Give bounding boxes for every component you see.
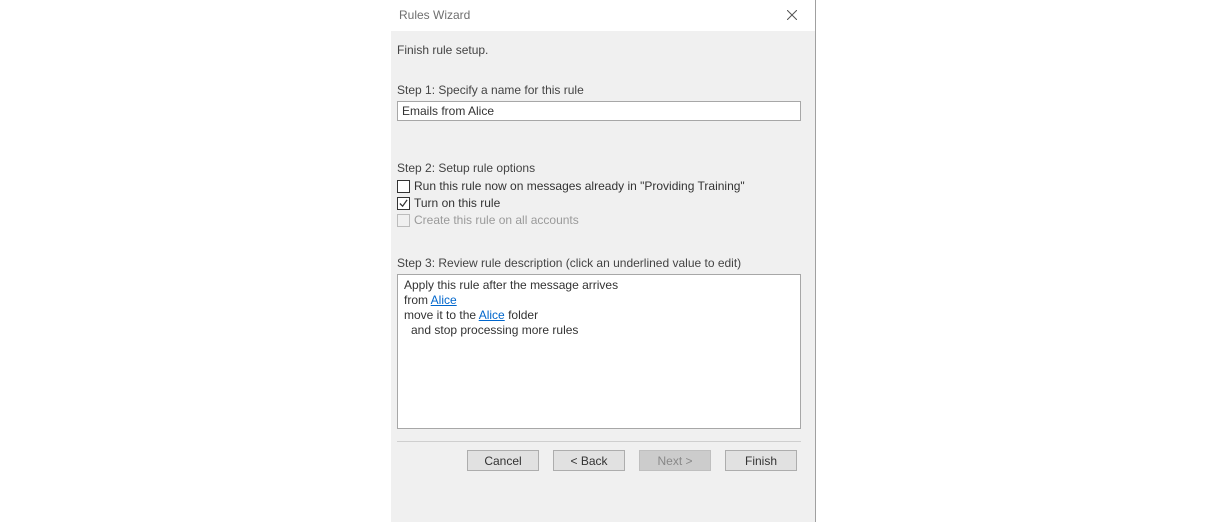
back-button[interactable]: < Back xyxy=(553,450,625,471)
option-label: Create this rule on all accounts xyxy=(414,213,579,227)
step2-label: Step 2: Setup rule options xyxy=(397,161,801,175)
step1-label: Step 1: Specify a name for this rule xyxy=(397,83,801,97)
option-turn-on[interactable]: Turn on this rule xyxy=(397,196,801,210)
close-button[interactable] xyxy=(775,3,809,27)
option-all-accounts: Create this rule on all accounts xyxy=(397,213,801,227)
subtitle: Finish rule setup. xyxy=(397,43,801,57)
link-target-folder[interactable]: Alice xyxy=(479,308,505,322)
footer: Cancel < Back Next > Finish xyxy=(397,450,801,479)
finish-button[interactable]: Finish xyxy=(725,450,797,471)
next-button: Next > xyxy=(639,450,711,471)
desc-line-1: Apply this rule after the message arrive… xyxy=(404,278,794,293)
window-title: Rules Wizard xyxy=(399,8,470,22)
step3-label: Step 3: Review rule description (click a… xyxy=(397,256,801,270)
titlebar: Rules Wizard xyxy=(391,0,815,31)
checkbox-icon xyxy=(397,197,410,210)
checkbox-icon xyxy=(397,214,410,227)
cancel-button[interactable]: Cancel xyxy=(467,450,539,471)
rules-wizard-dialog: Rules Wizard Finish rule setup. Step 1: … xyxy=(391,0,816,522)
desc-line-3: move it to the Alice folder xyxy=(404,308,794,323)
link-from-sender[interactable]: Alice xyxy=(431,293,457,307)
checkbox-icon xyxy=(397,180,410,193)
option-run-now[interactable]: Run this rule now on messages already in… xyxy=(397,179,801,193)
desc-line-2: from Alice xyxy=(404,293,794,308)
option-label: Run this rule now on messages already in… xyxy=(414,179,745,193)
option-label: Turn on this rule xyxy=(414,196,500,210)
footer-separator xyxy=(397,441,801,442)
close-icon xyxy=(787,10,797,20)
rule-name-input[interactable] xyxy=(397,101,801,121)
rule-description-box: Apply this rule after the message arrive… xyxy=(397,274,801,429)
desc-line-4: and stop processing more rules xyxy=(404,323,794,338)
